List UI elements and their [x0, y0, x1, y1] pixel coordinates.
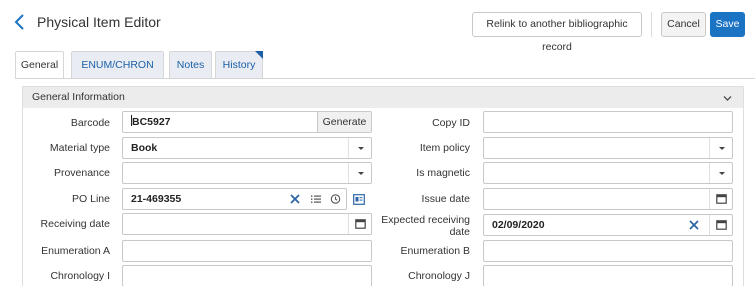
chronology-i-input[interactable] — [122, 265, 372, 286]
tab-notes[interactable]: Notes — [169, 51, 212, 78]
page-title: Physical Item Editor — [37, 14, 161, 30]
tab-history-label: History — [222, 59, 256, 71]
barcode-input[interactable]: BC5927 Generate — [122, 111, 372, 133]
chronology-j-label: Chronology J — [408, 270, 470, 282]
material-type-select[interactable]: Book — [122, 137, 372, 159]
list-icon[interactable] — [310, 193, 322, 205]
item-policy-dropdown-icon[interactable] — [709, 138, 732, 158]
copy-id-input[interactable] — [483, 111, 733, 133]
po-line-input[interactable]: 21-469355 — [122, 188, 347, 210]
header-divider — [651, 12, 652, 37]
chevron-down-icon[interactable] — [722, 93, 733, 104]
provenance-select[interactable] — [122, 162, 372, 184]
issue-date-label: Issue date — [421, 193, 470, 205]
tab-underline — [15, 78, 755, 79]
receiving-date-label: Receiving date — [40, 218, 110, 230]
barcode-value: BC5927 — [132, 116, 171, 128]
material-type-dropdown-icon[interactable] — [348, 138, 371, 158]
expected-receiving-date-label-line2: date — [449, 226, 470, 238]
section-header[interactable]: General Information — [23, 87, 743, 108]
save-button[interactable]: Save — [710, 12, 745, 37]
tab-enum-chron[interactable]: ENUM/CHRON — [71, 51, 164, 78]
is-magnetic-dropdown-icon[interactable] — [709, 163, 732, 183]
tab-indicator-icon — [255, 51, 263, 59]
expected-receiving-date-value: 02/09/2020 — [492, 219, 545, 231]
is-magnetic-select[interactable] — [483, 162, 733, 184]
clear-x-icon[interactable] — [289, 193, 301, 205]
po-line-label: PO Line — [72, 193, 110, 205]
cancel-button[interactable]: Cancel — [661, 12, 706, 37]
issue-date-input[interactable] — [483, 188, 733, 210]
provenance-label: Provenance — [53, 167, 110, 179]
generate-button[interactable]: Generate — [317, 112, 371, 132]
enumeration-b-input[interactable] — [483, 240, 733, 262]
details-card-icon[interactable] — [353, 194, 365, 205]
section-title: General Information — [32, 91, 125, 103]
calendar-icon[interactable] — [709, 189, 732, 209]
provenance-dropdown-icon[interactable] — [348, 163, 371, 183]
chronology-j-input[interactable] — [483, 265, 733, 286]
expected-receiving-date-input[interactable]: 02/09/2020 — [483, 214, 733, 236]
item-policy-select[interactable] — [483, 137, 733, 159]
history-clock-icon[interactable] — [329, 193, 341, 205]
receiving-date-input[interactable] — [122, 213, 372, 235]
clear-x-icon[interactable] — [688, 219, 700, 231]
material-type-value: Book — [131, 142, 158, 154]
item-policy-label: Item policy — [419, 142, 470, 154]
calendar-icon[interactable] — [709, 215, 732, 235]
copy-id-label: Copy ID — [432, 117, 470, 129]
header-bar: Physical Item Editor Relink to another b… — [0, 0, 755, 53]
expected-receiving-date-label: Expected receiving — [381, 214, 470, 226]
material-type-label: Material type — [49, 142, 110, 154]
chronology-i-label: Chronology I — [50, 270, 110, 282]
po-line-value: 21-469355 — [131, 193, 182, 205]
is-magnetic-label: Is magnetic — [416, 167, 470, 179]
enumeration-b-label: Enumeration B — [400, 245, 470, 257]
back-arrow-icon[interactable] — [11, 11, 31, 33]
enumeration-a-label: Enumeration A — [41, 245, 110, 257]
tab-general[interactable]: General — [15, 51, 64, 79]
tab-history[interactable]: History — [215, 51, 263, 78]
enumeration-a-input[interactable] — [122, 240, 372, 262]
barcode-label: Barcode — [70, 117, 110, 129]
calendar-icon[interactable] — [348, 214, 371, 234]
relink-button[interactable]: Relink to another bibliographic record — [472, 12, 642, 53]
